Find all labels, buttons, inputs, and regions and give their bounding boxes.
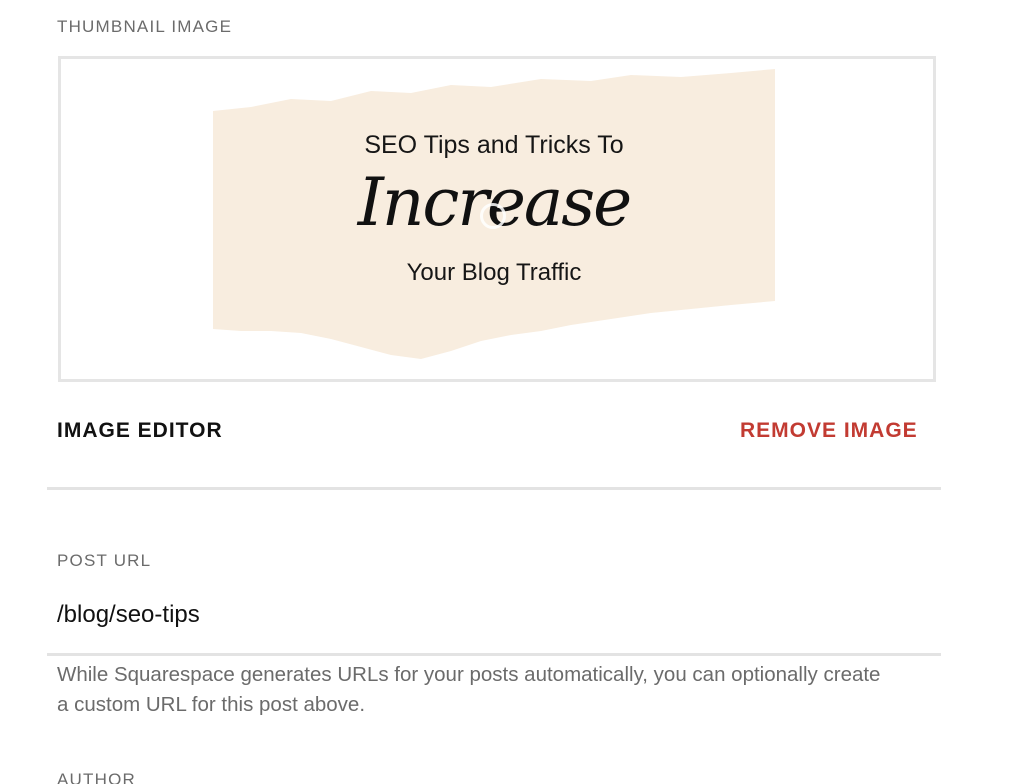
post-url-section-label: POST URL [57, 551, 152, 570]
remove-image-button[interactable]: REMOVE IMAGE [740, 419, 918, 443]
image-editor-button[interactable]: IMAGE EDITOR [57, 419, 223, 443]
thumbnail-section-label: THUMBNAIL IMAGE [57, 17, 233, 36]
post-url-help-text: While Squarespace generates URLs for you… [57, 663, 881, 716]
post-url-input[interactable] [57, 597, 927, 633]
post-settings-panel: THUMBNAIL IMAGE SEO Tips and Tricks To I… [0, 0, 1022, 784]
loading-spinner-icon [480, 203, 506, 229]
thumbnail-text-line3: Your Blog Traffic [406, 259, 582, 286]
section-divider [47, 487, 941, 490]
post-url-underline [47, 653, 941, 656]
author-section-label: AUTHOR [57, 770, 136, 784]
thumbnail-image-preview[interactable]: SEO Tips and Tricks To Increase Your Blo… [58, 56, 936, 382]
thumbnail-text-line1: SEO Tips and Tricks To [364, 131, 624, 159]
